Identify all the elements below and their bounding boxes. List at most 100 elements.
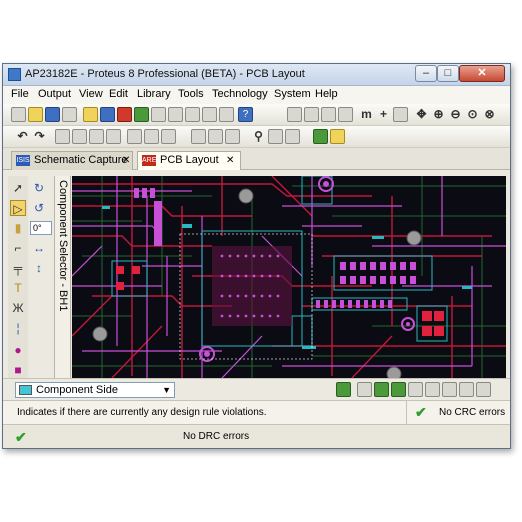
origin-icon[interactable]: + bbox=[376, 107, 391, 122]
close-button[interactable]: ✕ bbox=[459, 65, 505, 82]
tab-pcb-layout[interactable]: ARES PCB Layout ✕ bbox=[137, 151, 241, 170]
maximize-button[interactable]: □ bbox=[437, 65, 459, 82]
via-icon[interactable] bbox=[391, 382, 406, 397]
connectivity-icon[interactable]: ¦ bbox=[10, 320, 26, 336]
source-code-icon[interactable] bbox=[202, 107, 217, 122]
selection-mode-icon[interactable]: ➚ bbox=[10, 180, 26, 196]
open-folder-icon[interactable] bbox=[28, 107, 43, 122]
zoom-in-icon[interactable]: ⊕ bbox=[431, 107, 446, 122]
false-origin-icon[interactable] bbox=[393, 107, 408, 122]
rotation-angle-field[interactable]: 0° bbox=[30, 221, 52, 235]
test-point-icon[interactable] bbox=[442, 382, 457, 397]
menu-library[interactable]: Library bbox=[137, 88, 171, 100]
project-icon[interactable] bbox=[219, 107, 234, 122]
component-mode-icon[interactable]: ▷ bbox=[10, 200, 26, 216]
layer-color-swatch bbox=[19, 385, 32, 395]
pick-from-library-icon[interactable] bbox=[127, 129, 142, 144]
pan-icon[interactable]: ✥ bbox=[414, 107, 429, 122]
autoroute-icon[interactable] bbox=[208, 129, 223, 144]
rotate-anticlockwise-icon[interactable]: ↺ bbox=[31, 200, 47, 216]
paste-icon[interactable] bbox=[89, 129, 104, 144]
menu-technology[interactable]: Technology bbox=[212, 88, 268, 100]
make-package-icon[interactable] bbox=[144, 129, 159, 144]
cut-icon[interactable] bbox=[55, 129, 70, 144]
zone-mode-icon[interactable]: T bbox=[10, 280, 26, 296]
mirror-vertical-icon[interactable]: ↕ bbox=[31, 260, 47, 276]
mirror-horizontal-icon[interactable]: ↔ bbox=[31, 240, 47, 256]
drc-check-icon[interactable] bbox=[330, 129, 345, 144]
pcb-icon[interactable] bbox=[117, 107, 132, 122]
toolbar-main: ? m + ✥ ⊕ ⊖ ⊙ ⊗ bbox=[3, 104, 510, 126]
zoom-area-icon[interactable]: ⊗ bbox=[482, 107, 497, 122]
close-tab-icon[interactable]: ✕ bbox=[122, 152, 130, 169]
component-selector-panel[interactable]: Component Selector - BH1 bbox=[54, 176, 71, 388]
status-message: Indicates if there are currently any des… bbox=[17, 407, 267, 418]
tab-schematic-capture[interactable]: ISIS Schematic Capture ✕ bbox=[11, 151, 133, 170]
undo-icon[interactable]: ↶ bbox=[15, 129, 30, 144]
search-icon[interactable]: ⚲ bbox=[251, 129, 266, 144]
app-window: AP23182E - Proteus 8 Professional (BETA)… bbox=[2, 63, 511, 449]
check-icon: ✔ bbox=[15, 429, 27, 445]
netlist-icon[interactable] bbox=[285, 129, 300, 144]
delete-icon[interactable] bbox=[106, 129, 121, 144]
track-mode-icon[interactable]: ⌐ bbox=[10, 240, 26, 256]
copy-icon[interactable] bbox=[72, 129, 87, 144]
decompose-icon[interactable] bbox=[161, 129, 176, 144]
save-all-icon[interactable] bbox=[62, 107, 77, 122]
polar-icon[interactable] bbox=[338, 107, 353, 122]
drc-bar[interactable]: ✔ No DRC errors bbox=[3, 424, 510, 448]
crc-status[interactable]: ✔ No CRC errors bbox=[406, 401, 510, 425]
net-icon[interactable] bbox=[459, 382, 474, 397]
redo-icon[interactable]: ↷ bbox=[32, 129, 47, 144]
notes-icon[interactable] bbox=[185, 107, 200, 122]
3d-view-icon[interactable] bbox=[134, 107, 149, 122]
menu-file[interactable]: File bbox=[11, 88, 29, 100]
bom-icon[interactable] bbox=[168, 107, 183, 122]
round-pad-icon[interactable]: ● bbox=[10, 342, 26, 358]
menu-tools[interactable]: Tools bbox=[178, 88, 204, 100]
drc-status-text: No DRC errors bbox=[183, 431, 250, 442]
chevron-down-icon[interactable]: ▼ bbox=[162, 383, 171, 397]
autoplace-icon[interactable] bbox=[191, 129, 206, 144]
close-tab-icon[interactable]: ✕ bbox=[226, 152, 234, 169]
new-file-icon[interactable] bbox=[11, 107, 26, 122]
save-icon[interactable] bbox=[45, 107, 60, 122]
crc-status-text: No CRC errors bbox=[439, 407, 506, 418]
zoom-all-icon[interactable]: ⊙ bbox=[465, 107, 480, 122]
trace-icon[interactable] bbox=[408, 382, 423, 397]
metric-toggle-icon[interactable]: m bbox=[359, 107, 374, 122]
ratsnest-mode-icon[interactable]: Ж bbox=[10, 300, 26, 316]
menu-view[interactable]: View bbox=[79, 88, 103, 100]
power-plane-icon[interactable] bbox=[425, 382, 440, 397]
package-mode-icon[interactable]: ▮ bbox=[10, 220, 26, 236]
pcb-editing-canvas[interactable] bbox=[72, 176, 506, 378]
menu-system[interactable]: System bbox=[274, 88, 311, 100]
gerber-icon[interactable] bbox=[151, 107, 166, 122]
via-mode-icon[interactable]: ╤ bbox=[10, 260, 26, 276]
route-icon[interactable] bbox=[374, 382, 389, 397]
schematic-tab-icon: ISIS bbox=[16, 155, 30, 166]
ratsnest-icon[interactable] bbox=[225, 129, 240, 144]
crossbar-icon[interactable] bbox=[476, 382, 491, 397]
schematic-icon[interactable] bbox=[100, 107, 115, 122]
square-pad-icon[interactable]: ■ bbox=[10, 362, 26, 378]
tab-label: PCB Layout bbox=[160, 154, 219, 166]
drc-run-icon[interactable] bbox=[357, 382, 372, 397]
tag-icon[interactable] bbox=[268, 129, 283, 144]
layer-visibility-icon[interactable] bbox=[304, 107, 319, 122]
check-icon: ✔ bbox=[415, 404, 427, 420]
menu-edit[interactable]: Edit bbox=[109, 88, 128, 100]
menu-help[interactable]: Help bbox=[315, 88, 338, 100]
menu-output[interactable]: Output bbox=[38, 88, 71, 100]
layers-icon[interactable] bbox=[336, 382, 351, 397]
layer-selector-value: Component Side bbox=[36, 384, 118, 396]
home-icon[interactable] bbox=[83, 107, 98, 122]
help-icon[interactable]: ? bbox=[238, 107, 253, 122]
zoom-out-icon[interactable]: ⊖ bbox=[448, 107, 463, 122]
minimize-button[interactable]: – bbox=[415, 65, 437, 82]
grid-icon[interactable] bbox=[321, 107, 336, 122]
layer-selector[interactable]: Component Side ▼ bbox=[15, 382, 175, 398]
design-rules-icon[interactable] bbox=[313, 129, 328, 144]
rotate-clockwise-icon[interactable]: ↻ bbox=[31, 180, 47, 196]
refresh-icon[interactable] bbox=[287, 107, 302, 122]
